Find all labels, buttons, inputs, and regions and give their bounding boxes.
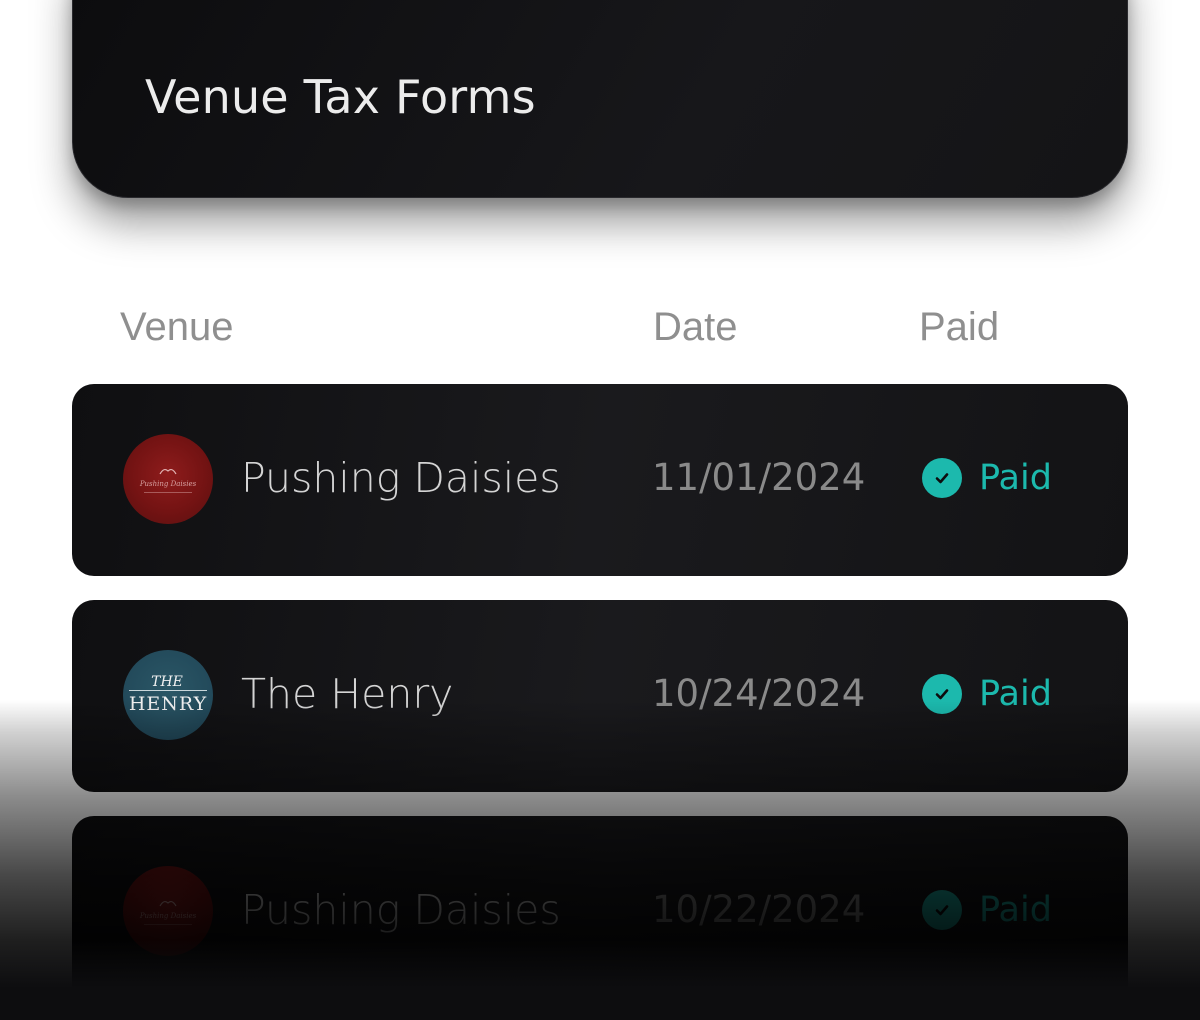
column-header-venue[interactable]: Venue	[120, 305, 233, 350]
page-title: Venue Tax Forms	[145, 70, 536, 124]
column-header-date[interactable]: Date	[653, 305, 738, 350]
paid-status: Paid	[922, 458, 1052, 498]
table-row[interactable]: THE HENRY The Henry 10/24/2024 Paid	[72, 600, 1128, 792]
venue-name: The Henry	[241, 670, 454, 718]
pushing-daisies-logo: Pushing Daisies	[123, 434, 213, 524]
logo-rule	[144, 923, 192, 925]
venue-logo-avatar: Pushing Daisies	[123, 434, 213, 524]
venue-logo-avatar: THE HENRY	[123, 650, 213, 740]
table-row[interactable]: Pushing Daisies Pushing Daisies 10/22/20…	[72, 816, 1128, 1008]
paid-status: Paid	[922, 890, 1052, 930]
row-date: 10/24/2024	[652, 672, 866, 715]
paid-status: Paid	[922, 674, 1052, 714]
column-header-paid[interactable]: Paid	[919, 305, 999, 350]
row-date: 10/22/2024	[652, 888, 866, 931]
check-circle-icon	[922, 890, 962, 930]
logo-mark-icon	[159, 900, 177, 906]
table-row[interactable]: Pushing Daisies Pushing Daisies 11/01/20…	[72, 384, 1128, 576]
logo-rule	[144, 491, 192, 493]
logo-text: Pushing Daisies	[139, 479, 197, 488]
venue-name: Pushing Daisies	[241, 886, 561, 934]
status-label: Paid	[979, 674, 1052, 714]
status-label: Paid	[979, 890, 1052, 930]
logo-mark-icon	[159, 468, 177, 474]
row-date: 11/01/2024	[652, 456, 866, 499]
check-circle-icon	[922, 674, 962, 714]
logo-text-bottom: HENRY	[128, 690, 208, 715]
pushing-daisies-logo: Pushing Daisies	[123, 866, 213, 956]
logo-text: Pushing Daisies	[139, 911, 197, 920]
the-henry-logo: THE HENRY	[123, 650, 213, 740]
logo-text-top: THE	[151, 674, 183, 690]
check-circle-icon	[922, 458, 962, 498]
venue-name: Pushing Daisies	[241, 454, 561, 502]
venue-logo-avatar: Pushing Daisies	[123, 866, 213, 956]
status-label: Paid	[979, 458, 1052, 498]
